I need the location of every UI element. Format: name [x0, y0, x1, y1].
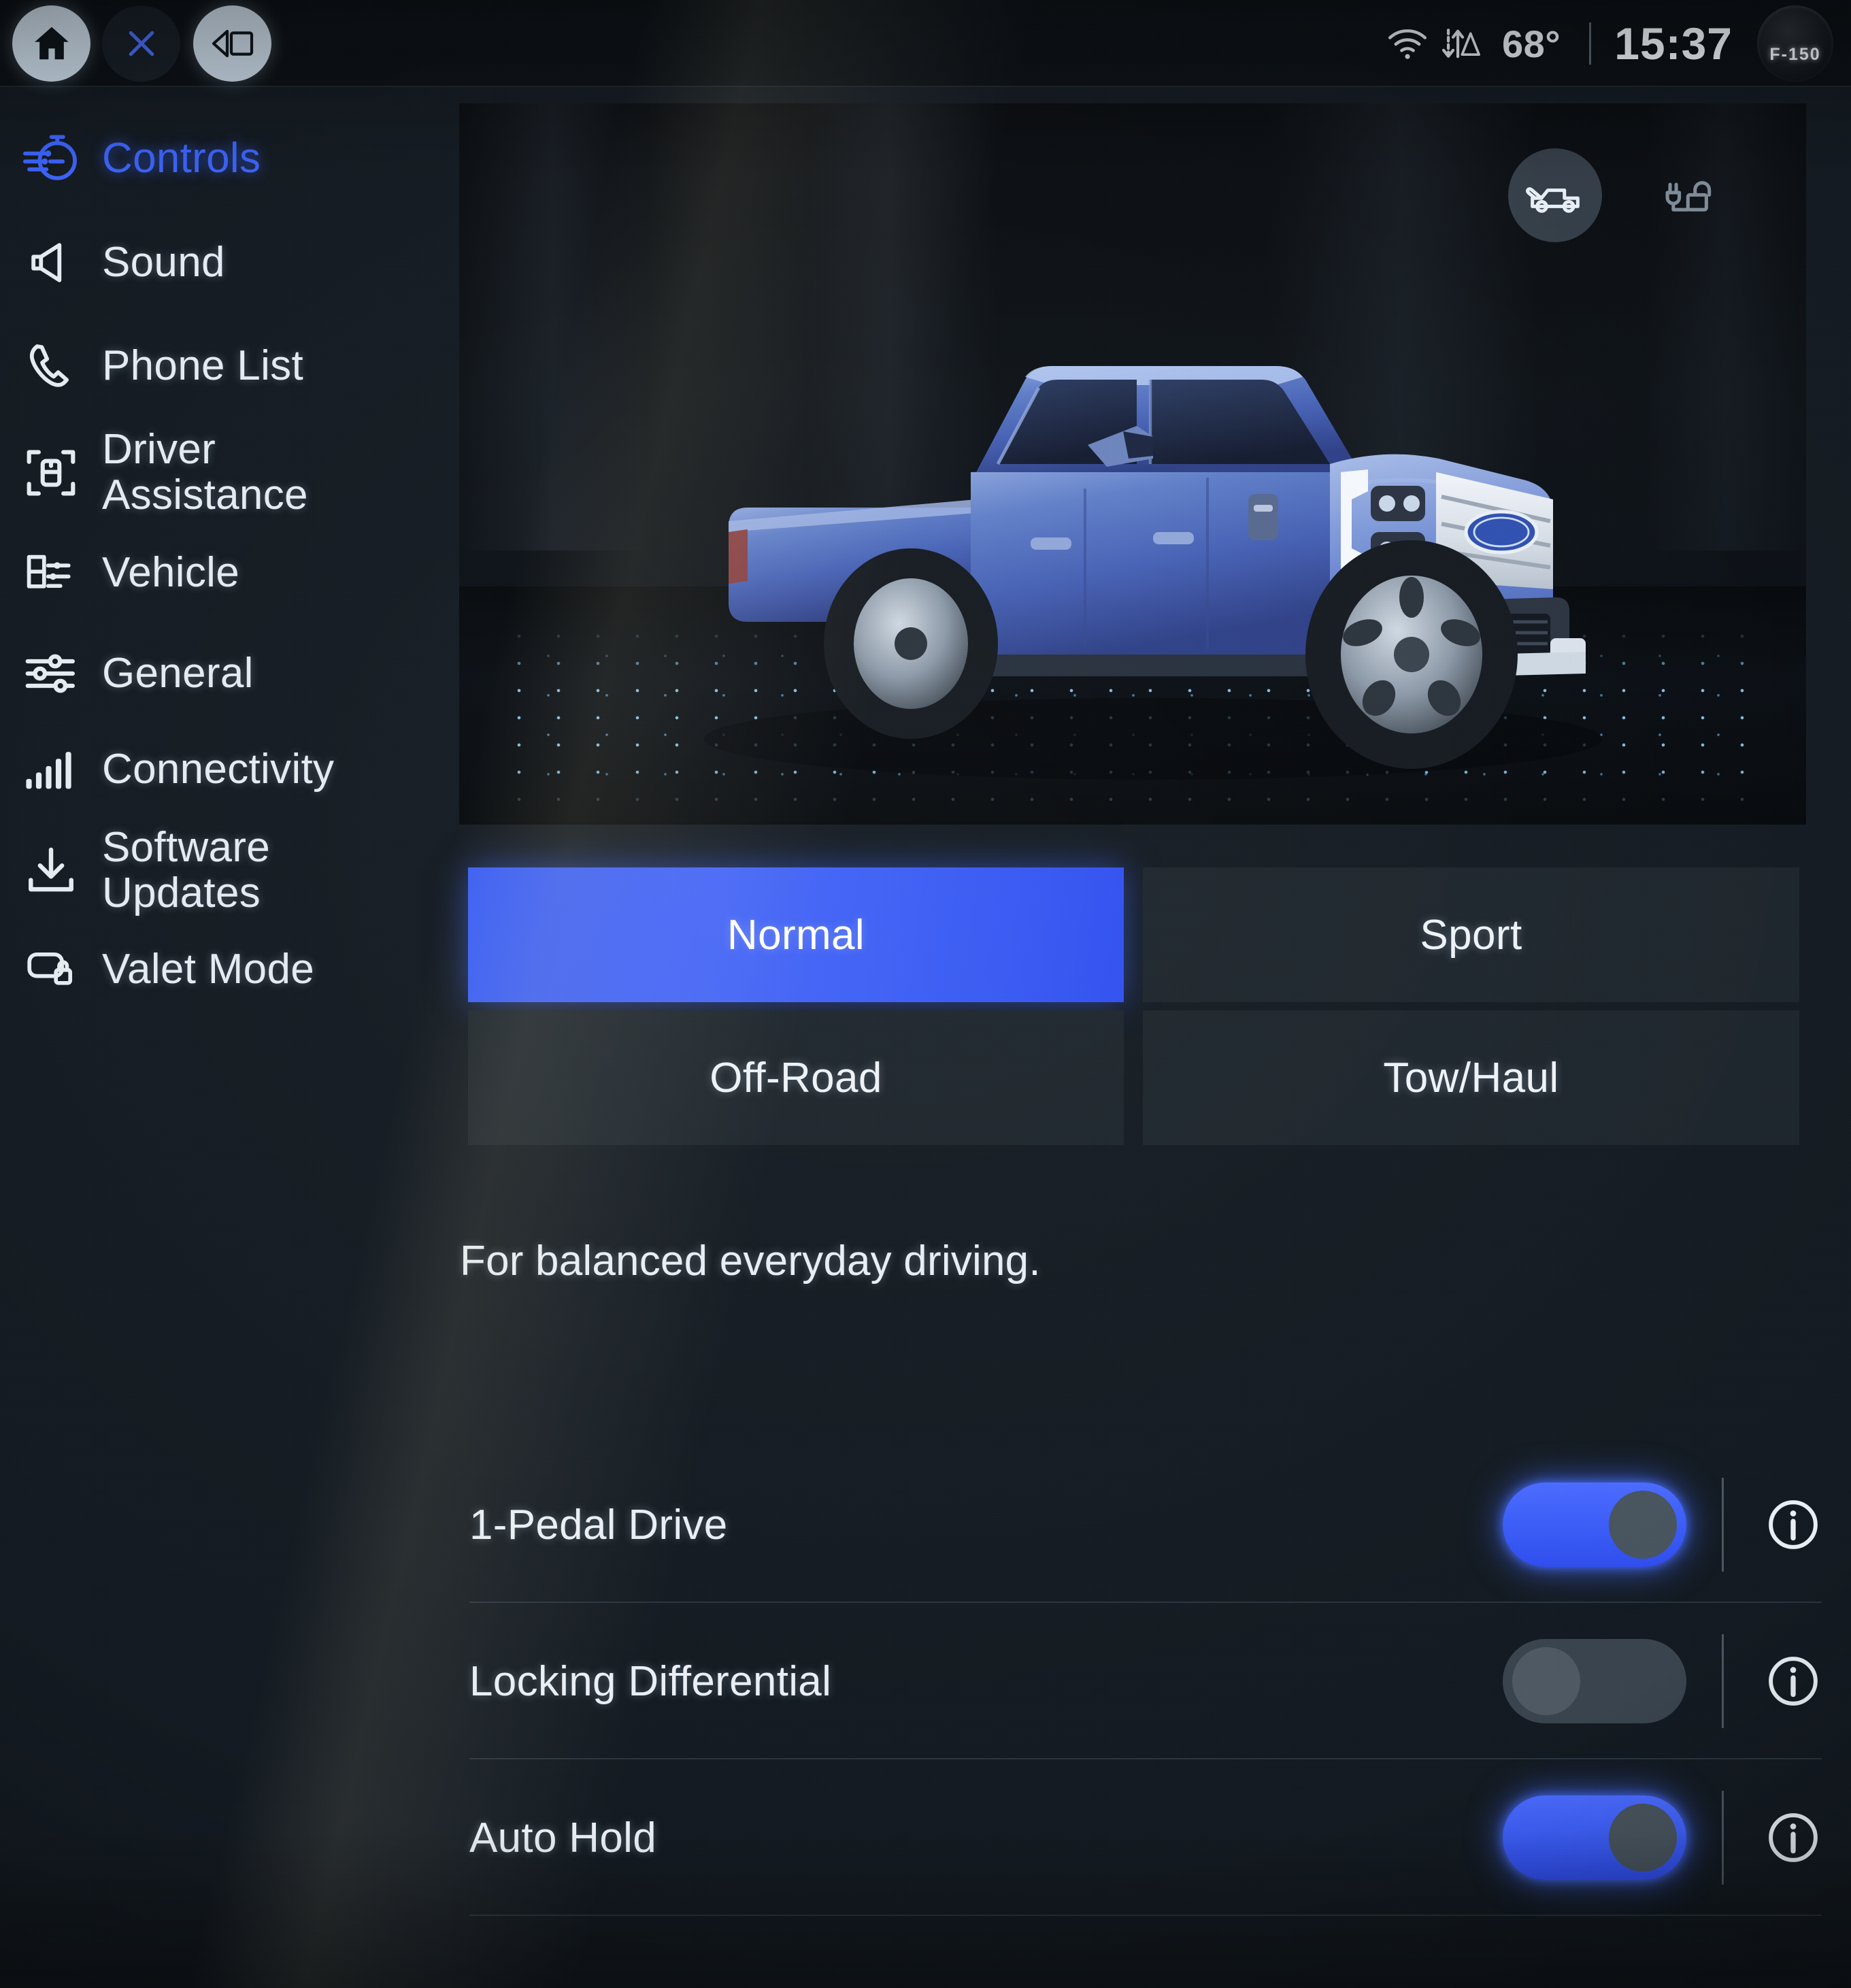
phone-icon — [0, 339, 102, 393]
sidebar-item-driver-assistance[interactable]: Driver Assistance — [0, 427, 449, 518]
toggle-auto-hold[interactable] — [1503, 1795, 1686, 1880]
toggle-1-pedal-drive[interactable] — [1503, 1482, 1686, 1567]
toggle-knob — [1609, 1804, 1677, 1872]
frunk-button[interactable] — [1508, 148, 1602, 242]
info-icon[interactable] — [1765, 1496, 1822, 1553]
close-button[interactable] — [102, 5, 180, 82]
status-divider — [1589, 22, 1592, 65]
setting-controls — [1503, 1761, 1822, 1915]
sliders-icon — [0, 645, 102, 702]
truck-frunk-open-icon — [1524, 173, 1586, 218]
controls-panel: Normal Sport Off-Road Tow/Haul For balan… — [449, 87, 1851, 1988]
sidebar-item-label: Vehicle — [102, 548, 240, 596]
outside-temperature: 68° — [1502, 22, 1561, 65]
home-button[interactable] — [12, 5, 90, 82]
sidebar-item-vehicle[interactable]: Vehicle — [0, 544, 449, 601]
setting-controls — [1503, 1604, 1822, 1758]
close-x-icon — [122, 24, 161, 63]
drive-mode-tow-haul[interactable]: Tow/Haul — [1143, 1010, 1799, 1145]
signal-bars-icon — [0, 746, 102, 793]
data-transfer-icon — [1434, 24, 1493, 63]
display-button[interactable] — [193, 5, 271, 82]
setting-row-1-pedal-drive: 1-Pedal Drive — [469, 1448, 1822, 1603]
charge-port-unlock-icon — [1664, 171, 1729, 219]
setting-row-auto-hold: Auto Hold — [469, 1761, 1822, 1916]
setting-row-locking-differential: Locking Differential — [469, 1604, 1822, 1759]
screen-cast-icon — [211, 28, 254, 59]
drive-mode-normal[interactable]: Normal — [468, 867, 1124, 1002]
home-icon — [31, 22, 73, 65]
sidebar-item-valet-mode[interactable]: Valet Mode — [0, 941, 449, 998]
sidebar-item-phone-list[interactable]: Phone List — [0, 339, 449, 393]
vehicle-settings-icon — [0, 544, 102, 601]
wifi-icon — [1381, 27, 1434, 60]
toggle-knob — [1609, 1491, 1677, 1559]
setting-label: Locking Differential — [469, 1657, 832, 1705]
sidebar-item-label: Software Updates — [102, 824, 271, 916]
sidebar-item-controls[interactable]: Controls — [0, 129, 449, 188]
vehicle-badge[interactable]: F-150 — [1757, 5, 1833, 82]
sidebar-item-label: Driver Assistance — [102, 426, 308, 518]
drive-mode-icon — [0, 129, 102, 188]
download-icon — [0, 842, 102, 899]
valet-lock-icon — [0, 941, 102, 998]
setting-label: 1-Pedal Drive — [469, 1501, 728, 1548]
info-icon[interactable] — [1765, 1809, 1822, 1866]
infotainment-screen: 68° 15:37 F-150 Controls Sound Phone Lis… — [0, 0, 1851, 1988]
clock: 15:37 — [1614, 18, 1733, 69]
sidebar-item-label: Controls — [102, 134, 261, 182]
toggle-locking-differential[interactable] — [1503, 1639, 1686, 1723]
status-bar: 68° 15:37 F-150 — [0, 0, 1851, 87]
info-icon[interactable] — [1765, 1653, 1822, 1710]
sidebar-nav: Controls Sound Phone List Driver Assista… — [0, 87, 449, 1988]
charge-port-button[interactable] — [1650, 148, 1744, 242]
sidebar-item-software-updates[interactable]: Software Updates — [0, 825, 449, 916]
sidebar-item-sound[interactable]: Sound — [0, 235, 449, 290]
drive-mode-description: For balanced everyday driving. — [460, 1238, 1041, 1285]
sidebar-item-label: General — [102, 649, 254, 697]
row-divider — [1722, 1478, 1724, 1572]
speaker-icon — [0, 235, 102, 290]
toggle-knob — [1512, 1647, 1580, 1715]
sidebar-item-label: Valet Mode — [102, 945, 315, 993]
setting-label: Auto Hold — [469, 1814, 656, 1861]
sidebar-item-label: Connectivity — [102, 745, 335, 793]
vehicle-render-f150-lightning — [704, 366, 1602, 780]
sidebar-item-general[interactable]: General — [0, 645, 449, 702]
sidebar-item-label: Phone List — [102, 342, 303, 389]
status-indicators: 68° 15:37 F-150 — [1381, 0, 1833, 87]
sidebar-item-label: Sound — [102, 238, 225, 286]
driver-assist-icon — [0, 444, 102, 501]
vehicle-badge-label: F-150 — [1769, 44, 1821, 64]
row-divider — [1722, 1791, 1724, 1885]
drive-mode-sport[interactable]: Sport — [1143, 867, 1799, 1002]
vehicle-render-panel — [459, 103, 1806, 825]
drive-mode-off-road[interactable]: Off-Road — [468, 1010, 1124, 1145]
setting-controls — [1503, 1448, 1822, 1602]
row-divider — [1722, 1634, 1724, 1728]
sidebar-item-connectivity[interactable]: Connectivity — [0, 746, 449, 793]
